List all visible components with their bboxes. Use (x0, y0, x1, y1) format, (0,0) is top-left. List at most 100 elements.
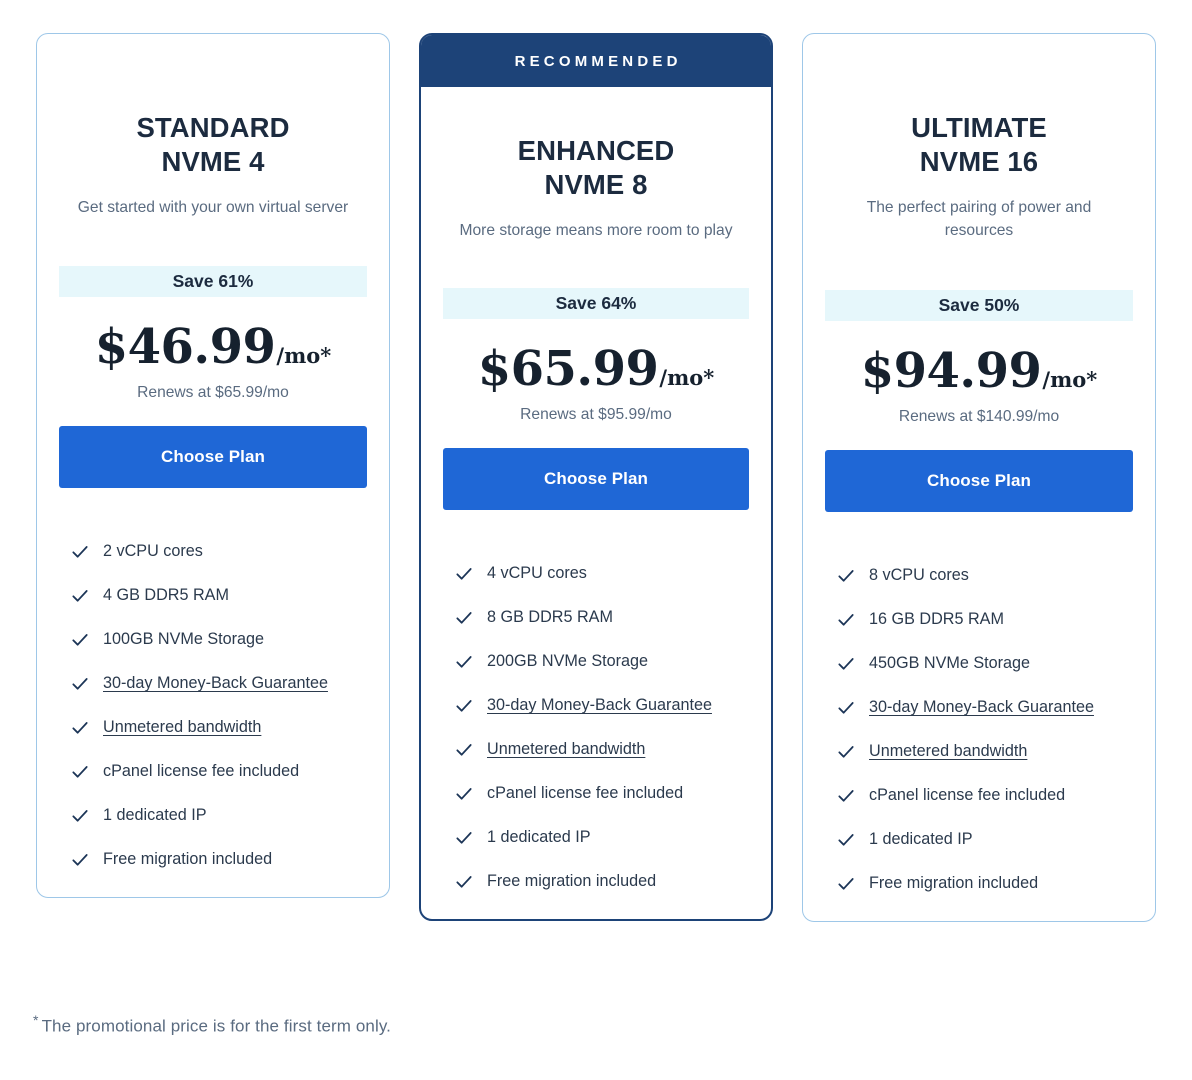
feature-item[interactable]: 30-day Money-Back Guarantee (71, 672, 367, 695)
feature-item[interactable]: 30-day Money-Back Guarantee (837, 696, 1133, 719)
save-badge: Save 61% (59, 266, 367, 298)
feature-label: 8 GB DDR5 RAM (487, 608, 613, 627)
plan-title: STANDARD NVME 4 (59, 111, 367, 178)
feature-list: 8 vCPU cores 16 GB DDR5 RAM 450GB NVMe Sto… (825, 564, 1133, 895)
check-icon (71, 543, 89, 561)
price-period: /mo* (1042, 366, 1098, 392)
recommended-ribbon: RECOMMENDED (421, 35, 771, 87)
feature-label[interactable]: Unmetered bandwidth (487, 738, 645, 761)
card-body: STANDARD NVME 4 Get started with your own … (37, 34, 389, 897)
feature-label: cPanel license fee included (103, 762, 300, 781)
choose-plan-button[interactable]: Choose Plan (59, 426, 367, 489)
feature-item: 100GB NVMe Storage (71, 628, 367, 651)
feature-item: 2 vCPU cores (71, 540, 367, 563)
feature-label: 200GB NVMe Storage (487, 652, 649, 671)
feature-label: 1 dedicated IP (487, 828, 591, 847)
feature-label: 1 dedicated IP (869, 829, 973, 848)
pricing-page: STANDARD NVME 4 Get started with your own … (0, 0, 1192, 1080)
feature-item: 16 GB DDR5 RAM (837, 608, 1133, 631)
feature-item: cPanel license fee included (71, 760, 367, 783)
price-row: $65.99/mo* (443, 345, 749, 393)
check-icon (71, 587, 89, 605)
check-icon (455, 785, 473, 803)
check-icon (837, 875, 855, 893)
check-icon (837, 611, 855, 629)
feature-label[interactable]: 30-day Money-Back Guarantee (103, 672, 328, 695)
plan-title-line2: NVME 4 (161, 145, 265, 177)
check-icon (837, 743, 855, 761)
save-badge: Save 50% (825, 289, 1133, 321)
feature-label: 100GB NVMe Storage (103, 630, 265, 649)
feature-item: Free migration included (837, 872, 1133, 895)
feature-label[interactable]: 30-day Money-Back Guarantee (487, 694, 712, 717)
card-body: ENHANCED NVME 8 More storage means more ro… (421, 87, 771, 919)
check-icon (455, 873, 473, 891)
price-amount: $94.99 (860, 342, 1042, 399)
check-icon (455, 741, 473, 759)
plan-subtitle: More storage means more room to play (459, 222, 733, 240)
renewal-price: Renews at $140.99/mo (898, 407, 1060, 425)
feature-label[interactable]: Unmetered bandwidth (869, 740, 1027, 763)
check-icon (71, 675, 89, 693)
check-icon (71, 763, 89, 781)
check-icon (837, 831, 855, 849)
feature-item[interactable]: 30-day Money-Back Guarantee (455, 694, 749, 717)
feature-item: 1 dedicated IP (837, 828, 1133, 851)
feature-label[interactable]: Unmetered bandwidth (103, 716, 261, 739)
feature-list: 2 vCPU cores 4 GB DDR5 RAM 100GB NVMe Stor… (59, 540, 367, 871)
check-icon (455, 697, 473, 715)
feature-label: Free migration included (103, 850, 273, 869)
feature-item: 1 dedicated IP (71, 804, 367, 827)
feature-item: 450GB NVMe Storage (837, 652, 1133, 675)
check-icon (837, 655, 855, 673)
feature-label: 4 vCPU cores (487, 564, 587, 583)
check-icon (71, 807, 89, 825)
plan-subtitle: The perfect pairing of power and resourc… (866, 199, 1092, 240)
check-icon (455, 609, 473, 627)
plan-title: ULTIMATE NVME 16 (825, 111, 1133, 178)
footnote-text: The promotional price is for the first t… (41, 1016, 391, 1036)
feature-item: 4 GB DDR5 RAM (71, 584, 367, 607)
price-period: /mo* (659, 365, 715, 391)
feature-item[interactable]: Unmetered bandwidth (455, 738, 749, 761)
feature-label: 1 dedicated IP (103, 806, 207, 825)
feature-item[interactable]: Unmetered bandwidth (837, 740, 1133, 763)
price-period: /mo* (276, 343, 332, 369)
card-body: ULTIMATE NVME 16 The perfect pairing of po… (803, 34, 1155, 921)
feature-label: Free migration included (869, 873, 1039, 892)
feature-item: 8 vCPU cores (837, 564, 1133, 587)
pricing-card-enhanced-nvme-8: RECOMMENDED ENHANCED NVME 8 More storage me… (419, 33, 773, 922)
pricing-card-grid: STANDARD NVME 4 Get started with your own … (36, 33, 1156, 922)
plan-title-line2: NVME 8 (544, 168, 648, 200)
feature-item: cPanel license fee included (455, 782, 749, 805)
check-icon (71, 719, 89, 737)
pricing-card-ultimate-nvme-16: ULTIMATE NVME 16 The perfect pairing of po… (802, 33, 1156, 922)
feature-label: 8 vCPU cores (869, 565, 969, 584)
pricing-card-standard-nvme-4: STANDARD NVME 4 Get started with your own … (36, 33, 390, 899)
price-amount: $65.99 (477, 341, 659, 398)
footnote-asterisk: * (33, 1012, 39, 1028)
feature-item: Free migration included (455, 870, 749, 893)
feature-item: 200GB NVMe Storage (455, 650, 749, 673)
feature-item: 4 vCPU cores (455, 562, 749, 585)
plan-title-line1: STANDARD (136, 112, 290, 143)
feature-label: 4 GB DDR5 RAM (103, 586, 229, 605)
check-icon (455, 829, 473, 847)
renewal-price: Renews at $65.99/mo (137, 384, 289, 402)
plan-title-line1: ULTIMATE (911, 112, 1047, 143)
promotional-price-footnote: * The promotional price is for the first … (33, 1012, 391, 1037)
check-icon (837, 699, 855, 717)
feature-label: 2 vCPU cores (103, 542, 203, 561)
feature-item[interactable]: Unmetered bandwidth (71, 716, 367, 739)
price-row: $94.99/mo* (825, 347, 1133, 395)
feature-label: cPanel license fee included (487, 784, 684, 803)
check-icon (455, 565, 473, 583)
feature-label[interactable]: 30-day Money-Back Guarantee (869, 696, 1094, 719)
check-icon (837, 787, 855, 805)
save-badge: Save 64% (443, 288, 749, 320)
choose-plan-button[interactable]: Choose Plan (443, 448, 749, 511)
plan-title: ENHANCED NVME 8 (443, 134, 749, 201)
choose-plan-button[interactable]: Choose Plan (825, 449, 1133, 512)
feature-item: Free migration included (71, 848, 367, 871)
feature-label: cPanel license fee included (869, 785, 1066, 804)
